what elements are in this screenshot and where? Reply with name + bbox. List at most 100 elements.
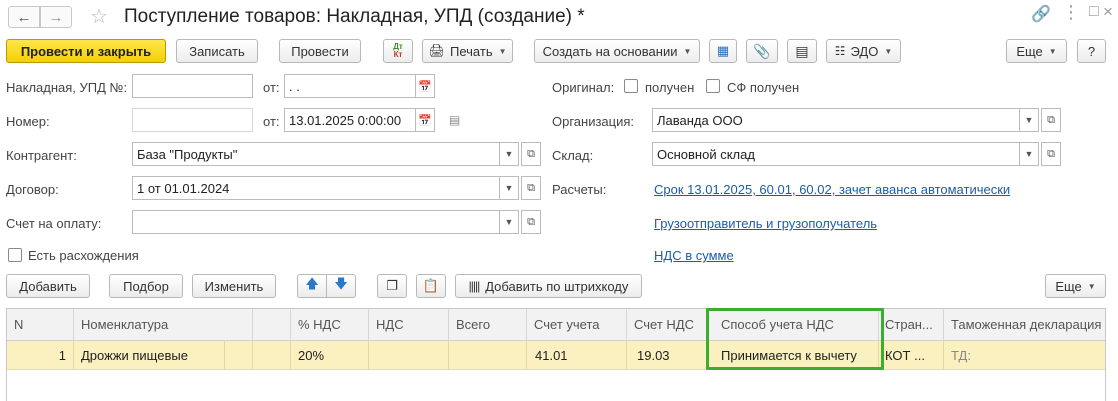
table-row[interactable]: 1 Дрожжи пищевые 20% 41.01 19.03 Принима… [7,341,1105,370]
header-vat-account[interactable]: Счет НДС [627,309,707,340]
payment-invoice-open-button[interactable]: ⧉ [521,210,541,234]
chevron-down-icon: ▼ [504,183,514,193]
organization-dropdown-button[interactable]: ▼ [1019,108,1039,132]
original-received-checkbox[interactable] [624,79,638,93]
close-icon[interactable]: × [1103,2,1113,22]
structure-button[interactable]: ▦ [709,39,737,63]
vat-in-amount-link[interactable]: НДС в сумме [654,248,734,263]
header-vat[interactable]: НДС [369,309,449,340]
copy-row-button[interactable]: ❐ [377,274,407,298]
cell-customs[interactable]: ТД: [944,341,1105,369]
header-vat-rate[interactable]: % НДС [291,309,369,340]
maximize-icon[interactable]: □ [1089,3,1099,21]
cell-vat-account[interactable]: 19.03 [627,341,707,369]
header-customs[interactable]: Таможенная декларация и... [944,309,1105,340]
payment-invoice-input[interactable] [132,210,500,234]
favorite-star-icon[interactable]: ☆ [90,4,108,29]
paste-row-button[interactable]: 📋 [416,274,446,298]
header-country[interactable]: Стран... [879,309,944,340]
header-n[interactable]: N [7,309,74,340]
print-button[interactable]: 🖨 Печать ▼ [422,39,513,63]
invoice-number-input[interactable] [132,74,253,98]
cell-blank[interactable] [253,341,291,369]
warehouse-input[interactable]: Основной склад [652,142,1020,166]
calendar-icon: 📅 [418,114,432,127]
document-list-icon: ▤ [795,42,809,59]
help-button[interactable]: ? [1077,39,1106,63]
number-input[interactable] [132,108,253,132]
report-button[interactable]: ▤ [787,39,817,63]
shipper-consignee-link[interactable]: Грузоотправитель и грузополучатель [654,216,877,231]
settlements-label: Расчеты: [552,182,607,197]
vat-method-column-highlight [706,308,884,370]
warehouse-open-button[interactable]: ⧉ [1041,142,1061,166]
contract-label: Договор: [6,182,59,197]
cell-vat-rate[interactable]: 20% [291,341,369,369]
invoice-number-label: Накладная, УПД №: [6,80,128,95]
comment-icon[interactable]: ▤ [449,113,460,127]
date-label: от: [263,114,280,129]
cell-item-sub[interactable] [225,341,253,369]
cell-item[interactable]: Дрожжи пищевые [74,341,225,369]
attach-button[interactable]: 📎 [746,39,778,63]
contract-input[interactable]: 1 от 01.01.2024 [132,176,500,200]
dt-kt-button[interactable]: Дт Кт [383,39,413,63]
copy-icon: ❐ [386,278,398,293]
number-label: Номер: [6,114,50,129]
move-up-button[interactable]: 🡅 [297,274,327,298]
cell-country[interactable]: КОТ ... [879,341,944,369]
open-icon: ⧉ [1047,147,1055,160]
invoice-date-label: от: [263,80,280,95]
cell-vat[interactable] [369,341,449,369]
sf-received-label: СФ получен [727,80,800,95]
chevron-down-icon: ▼ [1087,281,1096,291]
more-button[interactable]: Еще ▼ [1006,39,1067,63]
warehouse-dropdown-button[interactable]: ▼ [1019,142,1039,166]
cell-account[interactable]: 41.01 [527,341,627,369]
invoice-date-input[interactable]: . . [284,74,416,98]
sf-received-checkbox[interactable] [706,79,720,93]
dt-kt-icon: Дт Кт [393,42,403,59]
save-button[interactable]: Записать [176,39,258,63]
discrepancy-checkbox[interactable] [8,248,22,262]
calendar-button[interactable]: 📅 [415,108,435,132]
header-item[interactable]: Номенклатура [74,309,253,340]
discrepancy-label: Есть расхождения [28,248,139,263]
organization-input[interactable]: Лаванда ООО [652,108,1020,132]
header-account[interactable]: Счет учета [527,309,627,340]
calendar-button[interactable]: 📅 [415,74,435,98]
contractor-dropdown-button[interactable]: ▼ [499,142,519,166]
settlements-link[interactable]: Срок 13.01.2025, 60.01, 60.02, зачет ава… [654,182,1010,197]
organization-open-button[interactable]: ⧉ [1041,108,1061,132]
cell-n[interactable]: 1 [7,341,74,369]
header-blank[interactable] [253,309,291,340]
header-total[interactable]: Всего [449,309,527,340]
contractor-label: Контрагент: [6,148,77,163]
date-input[interactable]: 13.01.2025 0:00:00 [284,108,416,132]
post-and-close-button[interactable]: Провести и закрыть [6,39,166,63]
back-button[interactable]: ← [8,6,40,28]
forward-button[interactable]: → [40,6,72,28]
contract-dropdown-button[interactable]: ▼ [499,176,519,200]
table-header: N Номенклатура % НДС НДС Всего Счет учет… [7,309,1105,341]
contract-open-button[interactable]: ⧉ [521,176,541,200]
pick-button[interactable]: Подбор [109,274,183,298]
move-down-button[interactable]: 🡇 [326,274,356,298]
chevron-down-icon: ▼ [1048,46,1057,56]
table-more-button[interactable]: Еще ▼ [1045,274,1106,298]
contractor-input[interactable]: База "Продукты" [132,142,500,166]
payment-invoice-dropdown-button[interactable]: ▼ [499,210,519,234]
add-by-barcode-button[interactable]: |||​|| Добавить по штрихкоду [455,274,642,298]
contractor-open-button[interactable]: ⧉ [521,142,541,166]
create-based-on-button[interactable]: Создать на основании ▼ [534,39,700,63]
edo-button[interactable]: ☷ ЭДО ▼ [826,39,901,63]
open-icon: ⧉ [527,181,535,194]
more-vertical-icon[interactable]: ⋮ [1062,2,1080,23]
link-icon[interactable]: 🔗 [1031,4,1051,24]
post-button[interactable]: Провести [279,39,361,63]
edit-row-button[interactable]: Изменить [192,274,276,298]
original-received-label: получен [645,80,695,95]
cell-total[interactable] [449,341,527,369]
add-row-button[interactable]: Добавить [6,274,90,298]
goods-table[interactable]: N Номенклатура % НДС НДС Всего Счет учет… [6,308,1106,401]
